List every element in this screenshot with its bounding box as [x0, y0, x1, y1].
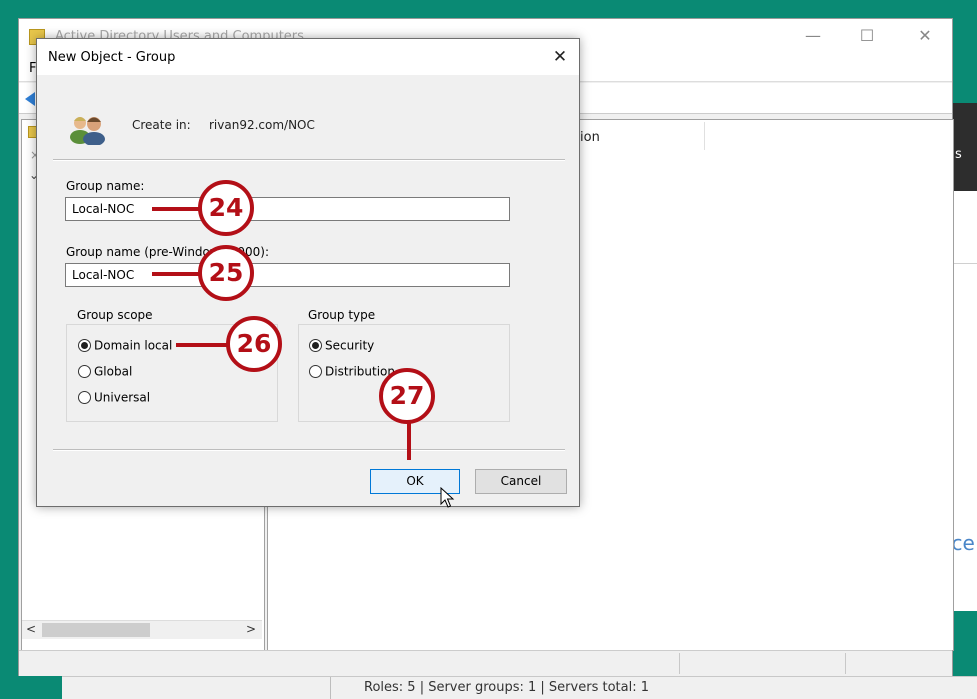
scroll-right-icon[interactable]: >	[246, 622, 256, 636]
close-window-button[interactable]: ✕	[916, 27, 934, 45]
dialog-titlebar[interactable]: New Object - Group ✕	[37, 39, 579, 75]
radio-universal[interactable]: Universal	[78, 390, 150, 405]
horizontal-scrollbar[interactable]: < >	[22, 620, 262, 639]
column-header-description[interactable]: ion	[580, 130, 600, 145]
radio-selected-icon[interactable]	[78, 339, 91, 352]
create-in-label: Create in:	[132, 118, 191, 132]
mouse-pointer-icon	[440, 487, 455, 508]
divider	[679, 653, 680, 674]
group-scope-legend: Group scope	[74, 308, 156, 322]
radio-label: Universal	[94, 390, 151, 405]
radio-unselected-icon[interactable]	[78, 391, 91, 404]
server-manager-dark-panel-text: s	[955, 147, 962, 162]
divider	[53, 159, 565, 161]
radio-unselected-icon[interactable]	[309, 365, 322, 378]
callout-leader-line	[176, 343, 230, 347]
divider	[845, 653, 846, 674]
radio-selected-icon[interactable]	[309, 339, 322, 352]
radio-label: Distribution	[325, 364, 396, 379]
divider	[330, 677, 331, 699]
maximize-button[interactable]: ☐	[858, 27, 876, 45]
scrollbar-thumb[interactable]	[42, 623, 150, 637]
new-object-group-dialog: New Object - Group ✕ Create in: rivan92.…	[36, 38, 580, 508]
radio-label: Domain local	[94, 338, 173, 353]
create-in-path: rivan92.com/NOC	[209, 118, 315, 132]
scroll-left-icon[interactable]: <	[26, 622, 36, 636]
callout-leader-line	[407, 420, 411, 460]
group-users-icon	[70, 117, 105, 145]
radio-distribution[interactable]: Distribution	[309, 364, 395, 379]
radio-global[interactable]: Global	[78, 364, 132, 379]
server-manager-statusbar: Roles: 5 | Server groups: 1 | Servers to…	[62, 676, 977, 699]
group-type-legend: Group type	[305, 308, 379, 322]
radio-security[interactable]: Security	[309, 338, 374, 353]
group-name-prewin-input[interactable]	[65, 263, 510, 287]
dialog-title: New Object - Group	[48, 50, 176, 65]
radio-label: Security	[325, 338, 375, 353]
callout-24: 24	[198, 180, 254, 236]
callout-25: 25	[198, 245, 254, 301]
aduc-statusbar	[19, 650, 952, 676]
column-divider[interactable]	[704, 122, 705, 150]
back-arrow-icon[interactable]	[25, 92, 35, 106]
callout-26: 26	[226, 316, 282, 372]
dialog-close-button[interactable]: ✕	[547, 45, 573, 69]
callout-leader-line	[152, 207, 202, 211]
cancel-button[interactable]: Cancel	[475, 469, 567, 494]
minimize-button[interactable]: —	[804, 27, 822, 45]
server-manager-status-text: Roles: 5 | Server groups: 1 | Servers to…	[364, 680, 649, 695]
divider	[53, 449, 565, 451]
group-name-label: Group name:	[66, 179, 145, 193]
radio-domain-local[interactable]: Domain local	[78, 338, 172, 353]
radio-unselected-icon[interactable]	[78, 365, 91, 378]
callout-27: 27	[379, 368, 435, 424]
callout-leader-line	[152, 272, 202, 276]
group-name-input[interactable]	[65, 197, 510, 221]
radio-label: Global	[94, 364, 133, 379]
